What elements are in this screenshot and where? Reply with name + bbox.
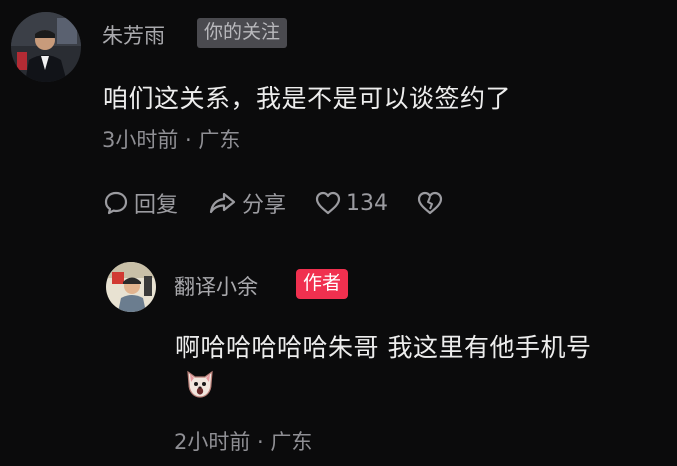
comment-text: 咱们这关系，我是不是可以谈签约了 (103, 84, 512, 113)
comment-actions: 回复 分享 134 (102, 186, 476, 220)
like-button[interactable]: 134 (314, 189, 388, 217)
reply-text: 啊哈哈哈哈哈朱哥 我这里有他手机号 (175, 333, 592, 362)
reply-meta: 2小时前 · 广东 (174, 430, 313, 454)
author-badge: 作者 (296, 269, 349, 299)
dislike-button[interactable] (416, 189, 448, 217)
share-label: 分享 (242, 193, 287, 218)
heart-icon (315, 191, 341, 215)
dog-face-emoji-icon (187, 370, 213, 398)
reply-author-avatar[interactable] (106, 262, 156, 312)
reply-button[interactable]: 回复 (102, 187, 178, 219)
following-badge: 你的关注 (197, 18, 288, 48)
commenter-username[interactable]: 朱芳雨 (102, 20, 165, 50)
reply-username[interactable]: 翻译小余 (174, 271, 258, 301)
broken-heart-icon (417, 191, 443, 215)
comment-bubble-icon (104, 191, 128, 215)
share-button[interactable]: 分享 (206, 187, 286, 219)
like-count: 134 (346, 190, 389, 216)
reply-label: 回复 (134, 193, 179, 218)
share-arrow-icon (209, 192, 236, 214)
commenter-avatar[interactable] (11, 12, 81, 82)
comment-meta: 3小时前 · 广东 (102, 128, 241, 152)
